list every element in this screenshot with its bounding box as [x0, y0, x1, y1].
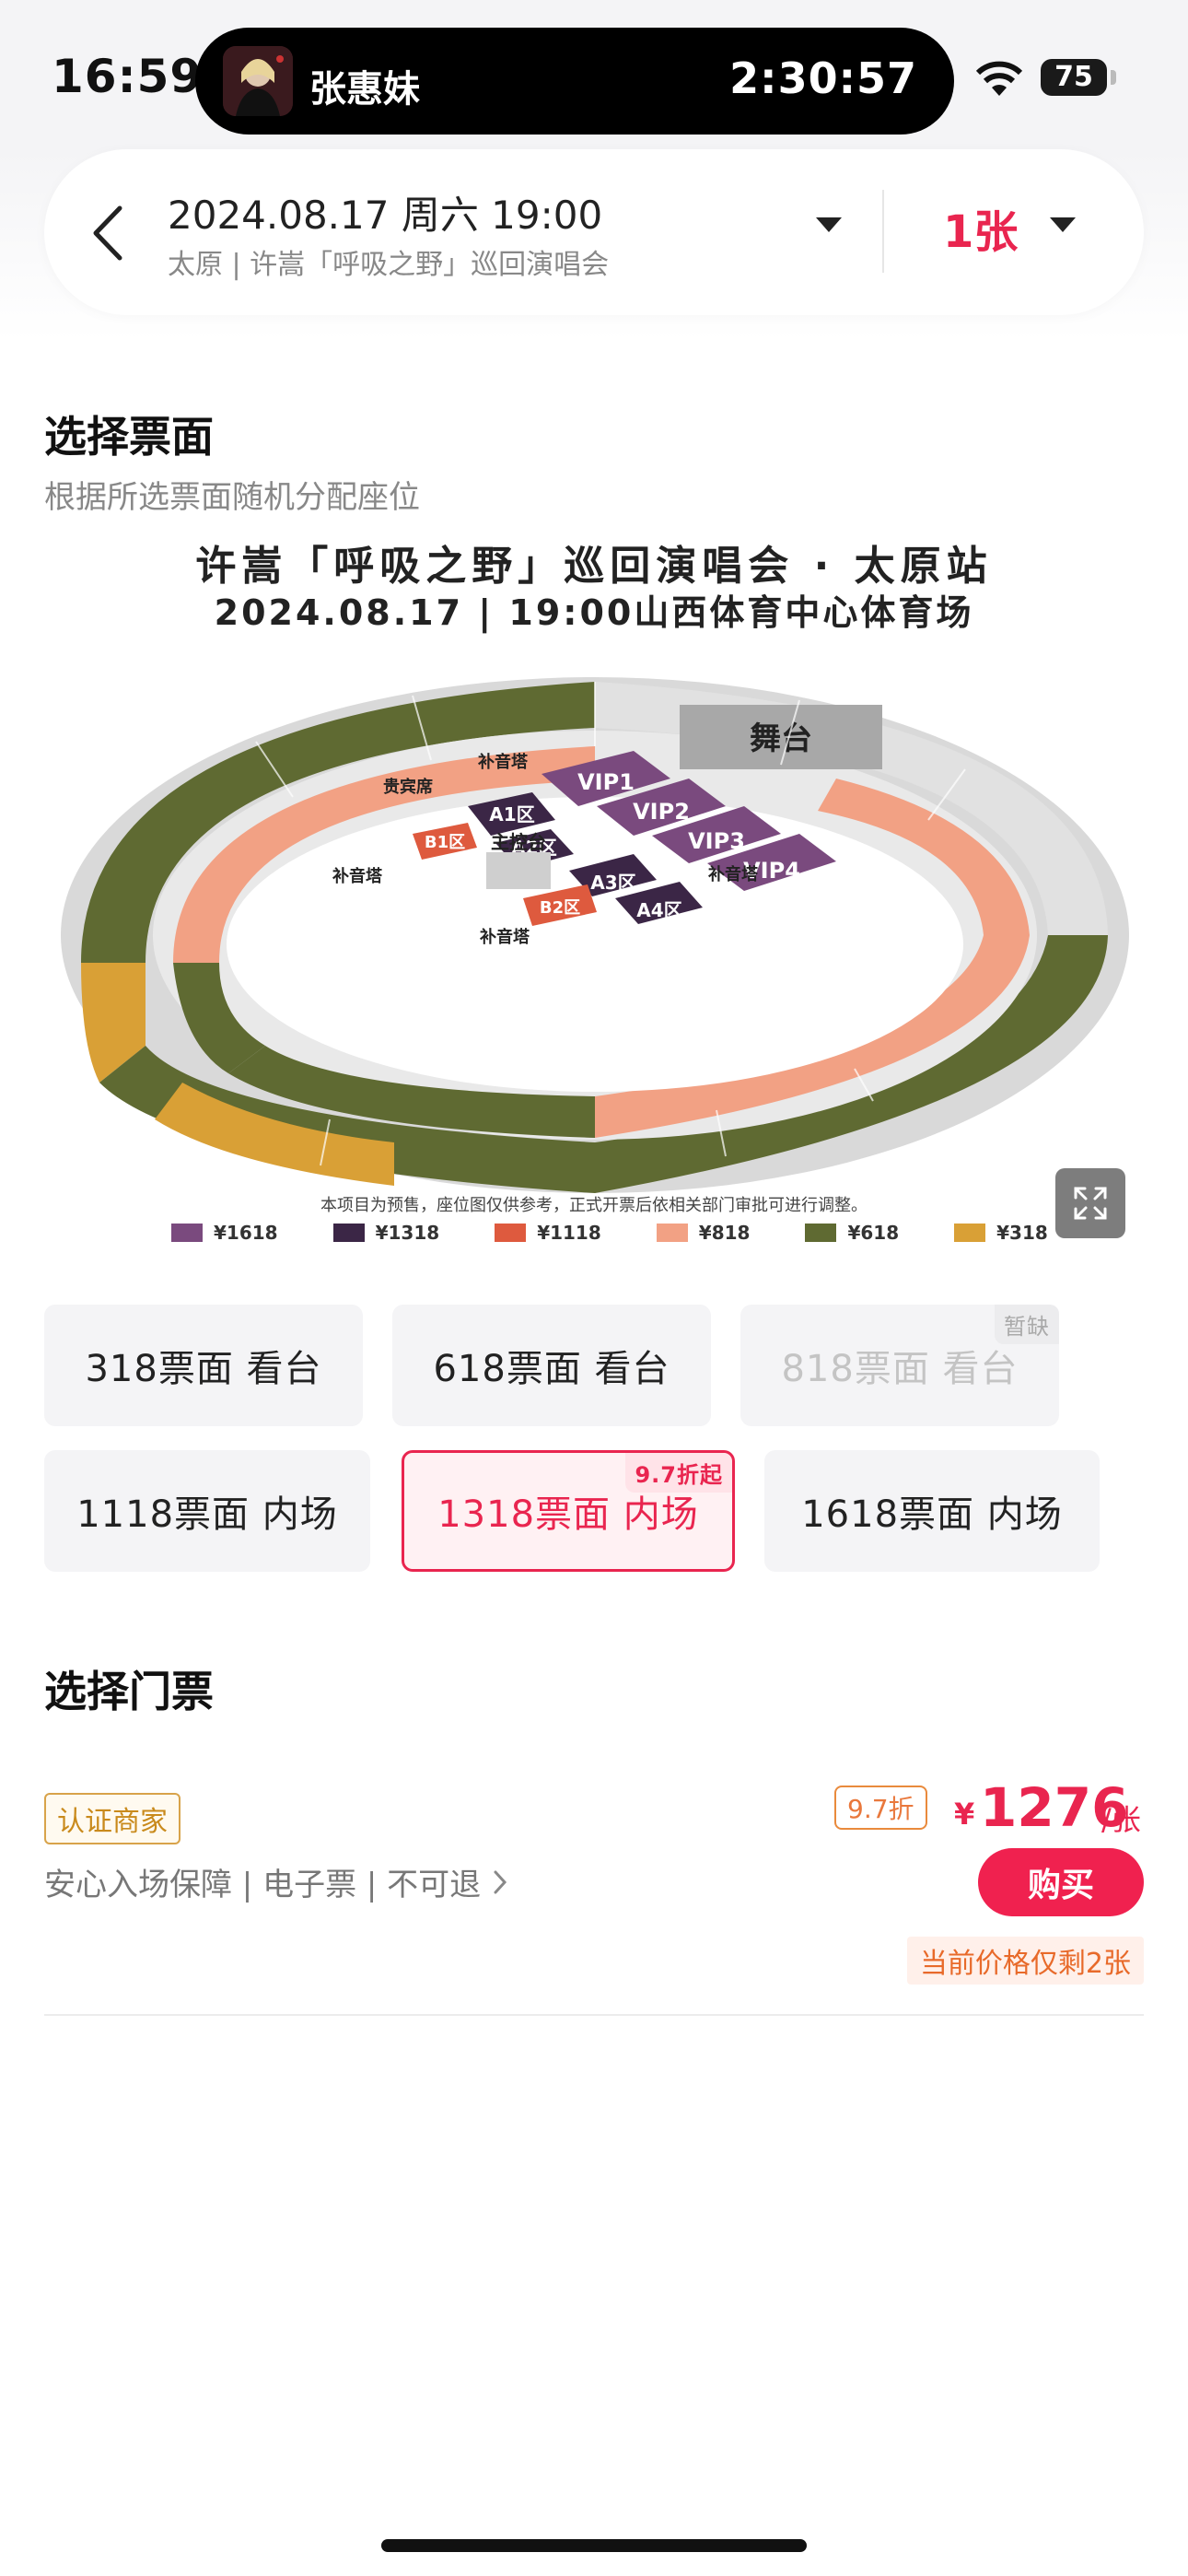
discount-badge: 9.7折起: [625, 1453, 732, 1493]
tower-label: 补音塔: [479, 927, 530, 947]
b2-label: B2区: [540, 898, 580, 918]
price-unit: /张: [1101, 1802, 1141, 1837]
back-icon[interactable]: [85, 201, 131, 265]
ticket-quantity[interactable]: 1张: [943, 195, 1018, 260]
legend-swatch: [805, 1224, 837, 1242]
b1-label: B1区: [425, 833, 465, 852]
legend-label: ¥818: [698, 1222, 751, 1244]
legend-swatch: [495, 1224, 527, 1242]
header-divider: [882, 190, 884, 273]
tier-label: 1118票面 内场: [76, 1493, 338, 1536]
wifi-icon: [974, 61, 1024, 101]
session-dropdown-icon[interactable]: [816, 217, 842, 232]
legend-label: ¥1618: [214, 1222, 278, 1244]
listing-divider: [44, 2014, 1144, 2016]
vip2-label: VIP2: [633, 799, 690, 825]
a3-label: A3区: [590, 872, 635, 894]
session-date[interactable]: 2024.08.17 周六 19:00: [168, 184, 602, 240]
legend-label: ¥1118: [537, 1222, 601, 1244]
battery-tip: [1111, 70, 1116, 85]
artist-name: 张惠妹: [309, 68, 420, 111]
tier-618[interactable]: 618票面 看台: [392, 1305, 711, 1426]
buy-button[interactable]: 购买: [978, 1848, 1144, 1916]
legend-label: ¥318: [996, 1222, 1048, 1244]
currency-symbol: ¥: [954, 1797, 975, 1832]
legend-item: ¥1618: [171, 1222, 278, 1244]
discount-tag: 9.7折: [834, 1786, 927, 1830]
session-subtitle: 太原 | 许嵩「呼吸之野」巡回演唱会: [168, 249, 610, 281]
stock-notice: 当前价格仅剩2张: [906, 1937, 1144, 1985]
legend-swatch: [954, 1224, 986, 1242]
tier-label: 1618票面 内场: [801, 1493, 1063, 1536]
tower-label: 补音塔: [477, 752, 529, 772]
tier-318[interactable]: 318票面 看台: [44, 1305, 363, 1426]
control-desk-label: 主控台: [491, 831, 546, 853]
seat-section-title: 选择票面: [44, 412, 214, 462]
countdown-timer: 2:30:57: [729, 53, 917, 103]
legend-item: ¥1118: [495, 1222, 601, 1244]
out-of-stock-badge: 暂缺: [995, 1305, 1059, 1344]
legend-swatch: [656, 1224, 688, 1242]
quantity-dropdown-icon[interactable]: [1050, 217, 1076, 232]
vip1-label: VIP1: [577, 769, 635, 795]
chevron-right-icon: [494, 1870, 507, 1893]
dynamic-island[interactable]: 张惠妹 2:30:57: [195, 28, 954, 135]
ticket-section-title: 选择门票: [44, 1667, 214, 1716]
home-indicator[interactable]: [381, 2539, 807, 2552]
expand-icon: [1074, 1187, 1107, 1220]
artist-avatar: [223, 46, 293, 116]
tier-818[interactable]: 818票面 看台 暂缺: [740, 1305, 1059, 1426]
tier-1318[interactable]: 1318票面 内场 9.7折起: [402, 1450, 735, 1572]
certified-merchant-badge: 认证商家: [44, 1793, 181, 1844]
legend-item: ¥618: [805, 1222, 899, 1244]
expand-map-button[interactable]: [1055, 1168, 1125, 1238]
tier-label: 618票面 看台: [433, 1348, 670, 1390]
tier-1118[interactable]: 1118票面 内场: [44, 1450, 370, 1572]
battery-icon: 75: [1041, 59, 1107, 96]
legend-item: ¥818: [656, 1222, 751, 1244]
legend-item: ¥318: [954, 1222, 1048, 1244]
tower-label: 补音塔: [707, 864, 759, 884]
price-legend: ¥1618 ¥1318 ¥1118 ¥818 ¥618 ¥318: [171, 1222, 1103, 1244]
vip3-label: VIP3: [688, 828, 745, 854]
a4-label: A4区: [636, 899, 681, 921]
seat-map[interactable]: 舞台 VIP1 VIP2 VIP3 VIP4 A1区 A2区 A3区 A4区 B…: [44, 530, 1144, 1258]
status-time: 16:59: [52, 50, 204, 103]
seat-map-note: 本项目为预售，座位图仅供参考，正式开票后依相关部门审批可进行调整。: [320, 1196, 868, 1215]
legend-label: ¥618: [847, 1222, 900, 1244]
tower-label: 补音塔: [332, 866, 383, 886]
legend-item: ¥1318: [332, 1222, 440, 1244]
stage-label: 舞台: [750, 720, 812, 757]
legend-swatch: [332, 1224, 365, 1242]
a1-label: A1区: [489, 803, 534, 825]
tier-label: 318票面 看台: [85, 1348, 322, 1390]
legend-swatch: [171, 1224, 203, 1242]
seat-section-subtitle: 根据所选票面随机分配座位: [44, 479, 420, 516]
guarantee-text: 安心入场保障 | 电子票 | 不可退: [44, 1867, 482, 1903]
status-bar: 16:59 张惠妹 2:30:57 75: [0, 0, 1188, 147]
ticket-guarantee-link[interactable]: 安心入场保障 | 电子票 | 不可退: [44, 1859, 508, 1904]
vip-box-label: 贵宾席: [383, 777, 433, 797]
legend-label: ¥1318: [375, 1222, 440, 1244]
tier-label: 818票面 看台: [781, 1348, 1019, 1390]
tier-1618[interactable]: 1618票面 内场: [764, 1450, 1100, 1572]
